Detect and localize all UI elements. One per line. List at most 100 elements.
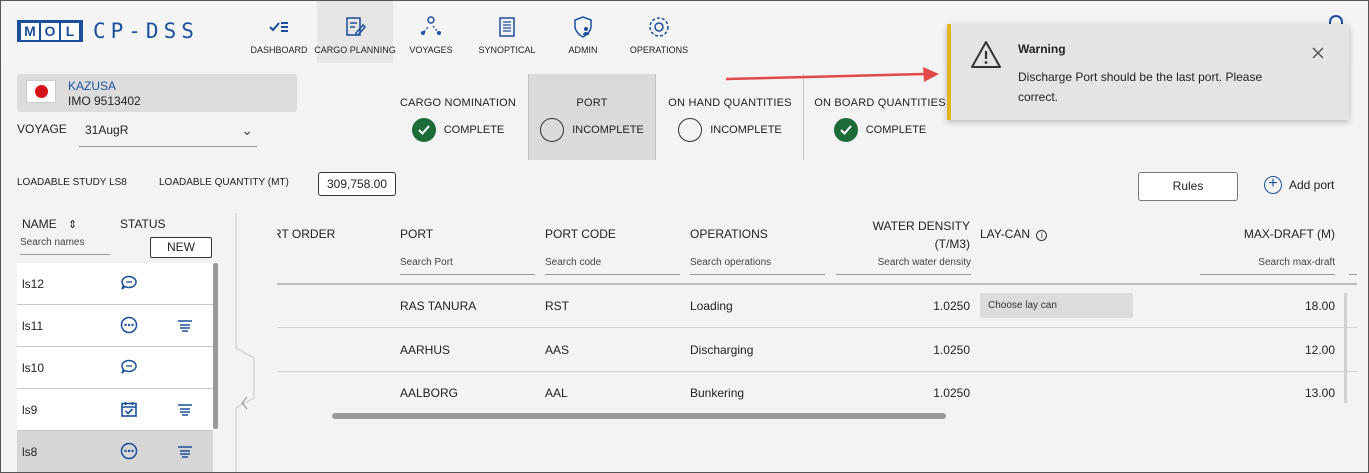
cell-water-density: 1.0250	[933, 386, 970, 400]
col-header-order[interactable]: RT ORDER	[277, 227, 335, 241]
study-name: ls9	[22, 403, 38, 417]
cell-operation: Discharging	[690, 343, 754, 357]
cell-max-draft[interactable]: 12.00	[1177, 343, 1335, 357]
warning-icon	[971, 41, 1001, 68]
search-next-column-input[interactable]	[1349, 257, 1357, 275]
step-cargo-nomination[interactable]: CARGO NOMINATION COMPLETE	[393, 74, 523, 160]
table-right-edge	[1344, 293, 1347, 403]
study-name: ls10	[22, 361, 45, 375]
warning-message: Discharge Port should be the last port. …	[1018, 70, 1263, 104]
cell-port: RAS TANURA	[400, 299, 477, 313]
voyage-value: 31AugR	[85, 123, 129, 137]
app-name: CP-DSS	[93, 19, 199, 43]
chevron-down-icon: ⌄	[241, 122, 253, 138]
table-row[interactable]: AALBORG AAL Bunkering 1.0250 13.00	[277, 371, 1357, 413]
more-circle-icon[interactable]	[120, 316, 138, 334]
studies-scrollbar[interactable]	[213, 263, 218, 429]
step-status: INCOMPLETE	[710, 124, 782, 136]
col-header-port-code[interactable]: PORT CODE	[545, 227, 616, 241]
collapse-panel-handle[interactable]	[235, 213, 255, 473]
app-logo[interactable]: MOL CP-DSS	[17, 19, 199, 43]
nav-admin[interactable]: ADMIN	[545, 1, 621, 63]
col-header-port[interactable]: PORT	[400, 227, 433, 241]
step-status: COMPLETE	[865, 124, 927, 136]
search-water-density-input[interactable]: Search water density	[836, 257, 971, 275]
warning-title: Warning	[1018, 42, 1066, 56]
add-port-label: Add port	[1289, 178, 1335, 192]
cell-port: AALBORG	[400, 386, 459, 400]
plus-circle-icon: +	[1264, 176, 1282, 194]
search-max-draft-input[interactable]: Search max-draft	[1200, 257, 1335, 275]
comment-icon[interactable]	[120, 274, 138, 292]
study-row-ls12[interactable]: ls12	[17, 263, 213, 305]
list-icon[interactable]	[177, 444, 193, 460]
study-name: ls12	[22, 277, 45, 291]
voyage-select[interactable]: 31AugR ⌄	[79, 117, 257, 147]
cell-operation: Bunkering	[690, 386, 745, 400]
cell-max-draft[interactable]: 13.00	[1177, 386, 1335, 400]
studies-status-header: STATUS	[120, 217, 166, 231]
col-header-laycan[interactable]: LAY-CAN i	[980, 227, 1048, 241]
list-icon[interactable]	[177, 318, 193, 334]
laycan-input[interactable]: Choose lay can	[980, 293, 1133, 318]
study-row-ls10[interactable]: ls10	[17, 347, 213, 389]
search-code-input[interactable]: Search code	[545, 257, 680, 275]
cell-water-density: 1.0250	[933, 299, 970, 313]
col-header-max-draft[interactable]: MAX-DRAFT (M)	[1177, 227, 1335, 241]
main-nav: DASHBOARD CARGO PLANNING VOYAGES SYNOPTI…	[241, 1, 697, 63]
step-port[interactable]: PORT INCOMPLETE	[528, 74, 656, 160]
table-row[interactable]: AARHUS AAS Discharging 1.0250 12.00	[277, 328, 1357, 372]
nav-voyages-label: VOYAGES	[409, 45, 453, 55]
more-circle-icon[interactable]	[120, 442, 138, 460]
new-study-button[interactable]: NEW	[150, 237, 212, 258]
study-row-ls9[interactable]: ls9	[17, 389, 213, 431]
empty-circle-icon	[678, 118, 703, 142]
nav-voyages[interactable]: VOYAGES	[393, 1, 469, 63]
voyages-icon	[421, 16, 441, 35]
info-icon[interactable]: i	[1036, 230, 1048, 241]
ship-name: KAZUSA	[68, 79, 117, 93]
nav-operations[interactable]: OPERATIONS	[621, 1, 697, 63]
rules-button[interactable]: Rules	[1138, 172, 1238, 201]
voyage-label: VOYAGE	[17, 122, 67, 136]
col-header-operations[interactable]: OPERATIONS	[690, 227, 768, 241]
cell-max-draft[interactable]: 18.00	[1177, 299, 1335, 313]
calendar-check-icon[interactable]	[120, 400, 138, 418]
nav-synoptical[interactable]: SYNOPTICAL	[469, 1, 545, 63]
nav-dashboard[interactable]: DASHBOARD	[241, 1, 317, 63]
step-title: ON HAND QUANTITIES	[668, 97, 792, 109]
loadable-study-label: LOADABLE STUDY LS8	[17, 177, 127, 188]
search-names-input[interactable]: Search names	[20, 237, 110, 255]
search-port-input[interactable]: Search Port	[400, 257, 535, 275]
study-row-ls8[interactable]: ls8	[17, 431, 213, 472]
check-circle-icon	[833, 118, 858, 142]
cell-port-code: AAS	[545, 343, 570, 357]
loadable-quantity-value[interactable]: 309,758.00	[318, 172, 396, 196]
table-row[interactable]: RAS TANURA RST Loading 1.0250 Choose lay…	[277, 284, 1357, 328]
nav-dashboard-label: DASHBOARD	[250, 45, 308, 55]
nav-operations-label: OPERATIONS	[629, 45, 689, 55]
table-horizontal-scrollbar[interactable]	[332, 413, 946, 419]
step-status: INCOMPLETE	[572, 124, 644, 136]
studies-name-header[interactable]: NAME ⇕	[22, 217, 77, 231]
add-port-button[interactable]: + Add port	[1264, 176, 1334, 194]
close-icon[interactable]	[1311, 46, 1325, 60]
nav-synoptical-label: SYNOPTICAL	[478, 45, 536, 55]
study-name: ls8	[22, 445, 38, 459]
search-operations-input[interactable]: Search operations	[690, 257, 825, 275]
list-icon[interactable]	[177, 402, 193, 418]
study-row-ls11[interactable]: ls11	[17, 305, 213, 347]
col-header-water-density[interactable]: WATER DENSITY (T/M3)	[837, 217, 970, 253]
dashboard-icon	[269, 22, 288, 32]
cell-port-code: RST	[545, 299, 569, 313]
comment-icon[interactable]	[120, 358, 138, 376]
cell-operation: Loading	[690, 299, 733, 313]
ports-table: RT ORDER PORT PORT CODE OPERATIONS WATER…	[277, 213, 1357, 413]
japan-flag-icon	[26, 80, 56, 103]
studies-list: ls12 ls11 ls10 ls9 ls8	[17, 263, 213, 472]
ship-imo: IMO 9513402	[68, 94, 141, 108]
nav-cargo-planning[interactable]: CARGO PLANNING	[314, 1, 396, 63]
app-frame: MOL CP-DSS DASHBOARD CARGO PLANNING VOYA…	[0, 0, 1369, 473]
synoptical-icon	[499, 17, 515, 37]
step-title: CARGO NOMINATION	[399, 97, 517, 109]
